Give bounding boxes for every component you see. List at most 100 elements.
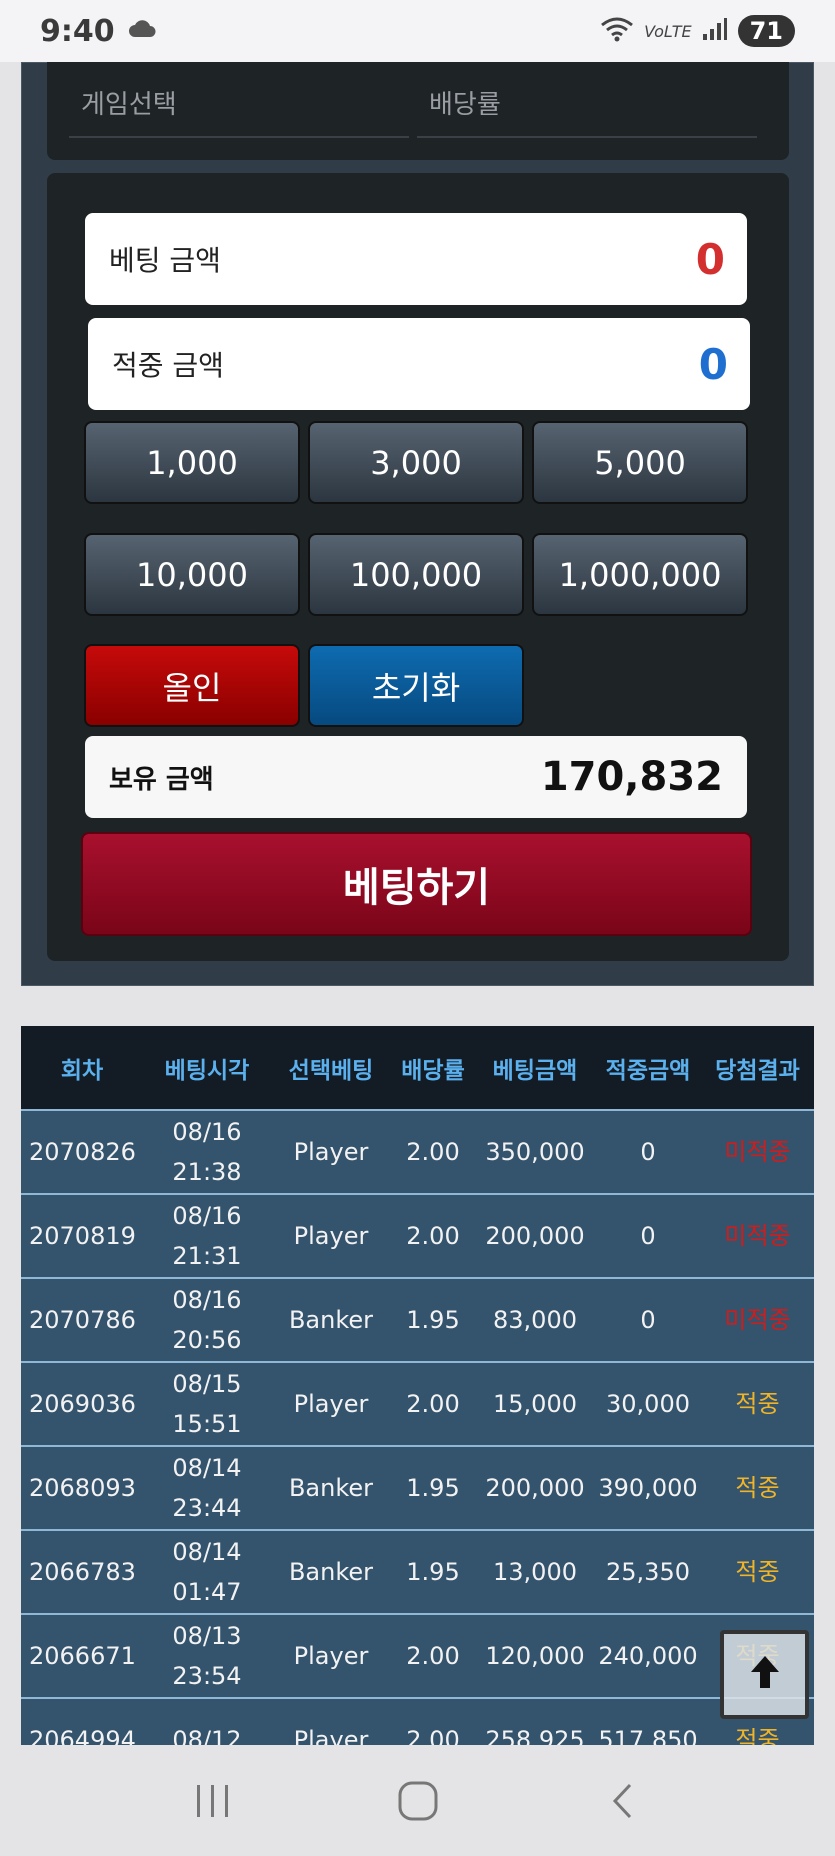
bet-date: 08/13	[172, 1622, 242, 1650]
result-cell: 미적중	[701, 1194, 814, 1279]
bet-amount-label: 베팅 금액	[109, 244, 221, 277]
hit-amount-cell: 390,000	[595, 1446, 701, 1531]
bet-time: 23:44	[172, 1494, 242, 1522]
bet-amount-cell: 350,000	[475, 1110, 595, 1195]
round-cell: 2064994	[21, 1698, 143, 1745]
status-time: 9:40	[40, 13, 115, 49]
header-round: 회차	[21, 1026, 143, 1111]
result-cell: 적중	[701, 1362, 814, 1447]
round-cell: 2070826	[21, 1110, 143, 1195]
bet-time: 21:38	[172, 1158, 242, 1186]
table-row: 2066783 08/14 01:47 Banker 1.95 13,000 25…	[21, 1530, 814, 1615]
time-cell: 08/12	[143, 1698, 271, 1745]
battery-indicator: 71	[737, 15, 795, 47]
time-cell: 08/13 23:54	[143, 1614, 271, 1699]
pick-cell: Banker	[271, 1530, 391, 1615]
time-cell: 08/16 21:31	[143, 1194, 271, 1279]
result-cell: 미적중	[701, 1110, 814, 1195]
time-cell: 08/15 15:51	[143, 1362, 271, 1447]
back-icon	[612, 1783, 631, 1818]
bet-amount-cell: 15,000	[475, 1362, 595, 1447]
odds-cell: 2.00	[391, 1362, 475, 1447]
recent-apps-icon	[196, 1784, 228, 1817]
time-cell: 08/16 20:56	[143, 1278, 271, 1363]
game-select-field[interactable]: 게임선택	[69, 72, 409, 138]
odds-field[interactable]: 배당률	[417, 72, 757, 138]
home-button[interactable]	[388, 1771, 448, 1831]
hit-amount-box: 적중 금액 0	[88, 318, 750, 410]
reset-button[interactable]: 초기화	[308, 644, 524, 727]
chip-button-3000[interactable]: 3,000	[308, 421, 524, 504]
header-bet-time: 베팅시각	[143, 1026, 271, 1111]
bet-amount-cell: 200,000	[475, 1446, 595, 1531]
result-cell: 미적중	[701, 1278, 814, 1363]
result-cell: 적중	[701, 1446, 814, 1531]
hit-amount-cell: 517,850	[595, 1698, 701, 1745]
header-hit-amount: 적중금액	[595, 1026, 701, 1111]
time-cell: 08/14 01:47	[143, 1530, 271, 1615]
table-header-row: 회차 베팅시각 선택베팅 배당률 베팅금액 적중금액 당첨결과	[21, 1026, 814, 1111]
pick-cell: Player	[271, 1698, 391, 1745]
balance-label: 보유 금액	[109, 764, 214, 795]
round-cell: 2070819	[21, 1194, 143, 1279]
hit-amount-cell: 0	[595, 1278, 701, 1363]
recent-apps-button[interactable]	[183, 1771, 243, 1831]
pick-cell: Player	[271, 1614, 391, 1699]
bet-amount-cell: 200,000	[475, 1194, 595, 1279]
bet-time: 15:51	[172, 1410, 242, 1438]
wifi-icon	[600, 16, 634, 47]
table-row: 2070786 08/16 20:56 Banker 1.95 83,000 0 …	[21, 1278, 814, 1363]
bet-history-table: 회차 베팅시각 선택베팅 배당률 베팅금액 적중금액 당첨결과 2070826 …	[21, 1026, 814, 1745]
pick-cell: Player	[271, 1194, 391, 1279]
result-cell: 적중	[701, 1530, 814, 1615]
bet-date: 08/14	[172, 1538, 242, 1566]
bet-time: 01:47	[172, 1578, 242, 1606]
header-odds: 배당률	[391, 1026, 475, 1111]
bet-date: 08/16	[172, 1202, 242, 1230]
round-cell: 2066783	[21, 1530, 143, 1615]
round-cell: 2070786	[21, 1278, 143, 1363]
scroll-to-top-button[interactable]	[720, 1630, 809, 1719]
odds-cell: 2.00	[391, 1614, 475, 1699]
chip-button-5000[interactable]: 5,000	[532, 421, 748, 504]
home-icon	[398, 1781, 437, 1820]
round-cell: 2068093	[21, 1446, 143, 1531]
bet-amount-cell: 83,000	[475, 1278, 595, 1363]
bet-amount-cell: 120,000	[475, 1614, 595, 1699]
hit-amount-cell: 25,350	[595, 1530, 701, 1615]
bet-time: 20:56	[172, 1326, 242, 1354]
system-nav-bar	[0, 1745, 835, 1856]
bet-amount-cell: 13,000	[475, 1530, 595, 1615]
pick-cell: Banker	[271, 1278, 391, 1363]
header-result: 당첨결과	[701, 1026, 814, 1111]
round-cell: 2066671	[21, 1614, 143, 1699]
all-in-button[interactable]: 올인	[84, 644, 300, 727]
chip-button-100000[interactable]: 100,000	[308, 533, 524, 616]
bet-time: 21:31	[172, 1242, 242, 1270]
bet-amount-box: 베팅 금액 0	[85, 213, 747, 305]
game-select-panel: 게임선택 배당률	[47, 62, 789, 160]
chip-button-1000[interactable]: 1,000	[84, 421, 300, 504]
hit-amount-cell: 0	[595, 1194, 701, 1279]
time-cell: 08/16 21:38	[143, 1110, 271, 1195]
chip-button-10000[interactable]: 10,000	[84, 533, 300, 616]
header-pick: 선택베팅	[271, 1026, 391, 1111]
pick-cell: Player	[271, 1110, 391, 1195]
back-button[interactable]	[593, 1771, 653, 1831]
table-row: 2066671 08/13 23:54 Player 2.00 120,000 2…	[21, 1614, 814, 1699]
pick-cell: Player	[271, 1362, 391, 1447]
table-row: 2070819 08/16 21:31 Player 2.00 200,000 0…	[21, 1194, 814, 1279]
status-bar: 9:40 VoLTE 71	[0, 0, 835, 62]
time-cell: 08/14 23:44	[143, 1446, 271, 1531]
table-row: 2068093 08/14 23:44 Banker 1.95 200,000 3…	[21, 1446, 814, 1531]
balance-box: 보유 금액 170,832	[85, 736, 747, 818]
table-row: 2070826 08/16 21:38 Player 2.00 350,000 0…	[21, 1110, 814, 1195]
header-bet-amount: 베팅금액	[475, 1026, 595, 1111]
hit-amount-cell: 0	[595, 1110, 701, 1195]
signal-icon	[702, 17, 728, 46]
betting-panel: 베팅 금액 0 적중 금액 0 1,000 3,000 5,000 10,000…	[47, 173, 789, 961]
chip-button-1000000[interactable]: 1,000,000	[532, 533, 748, 616]
volte-indicator: VoLTE	[644, 21, 692, 41]
bet-date: 08/14	[172, 1454, 242, 1482]
place-bet-button[interactable]: 베팅하기	[81, 832, 752, 936]
